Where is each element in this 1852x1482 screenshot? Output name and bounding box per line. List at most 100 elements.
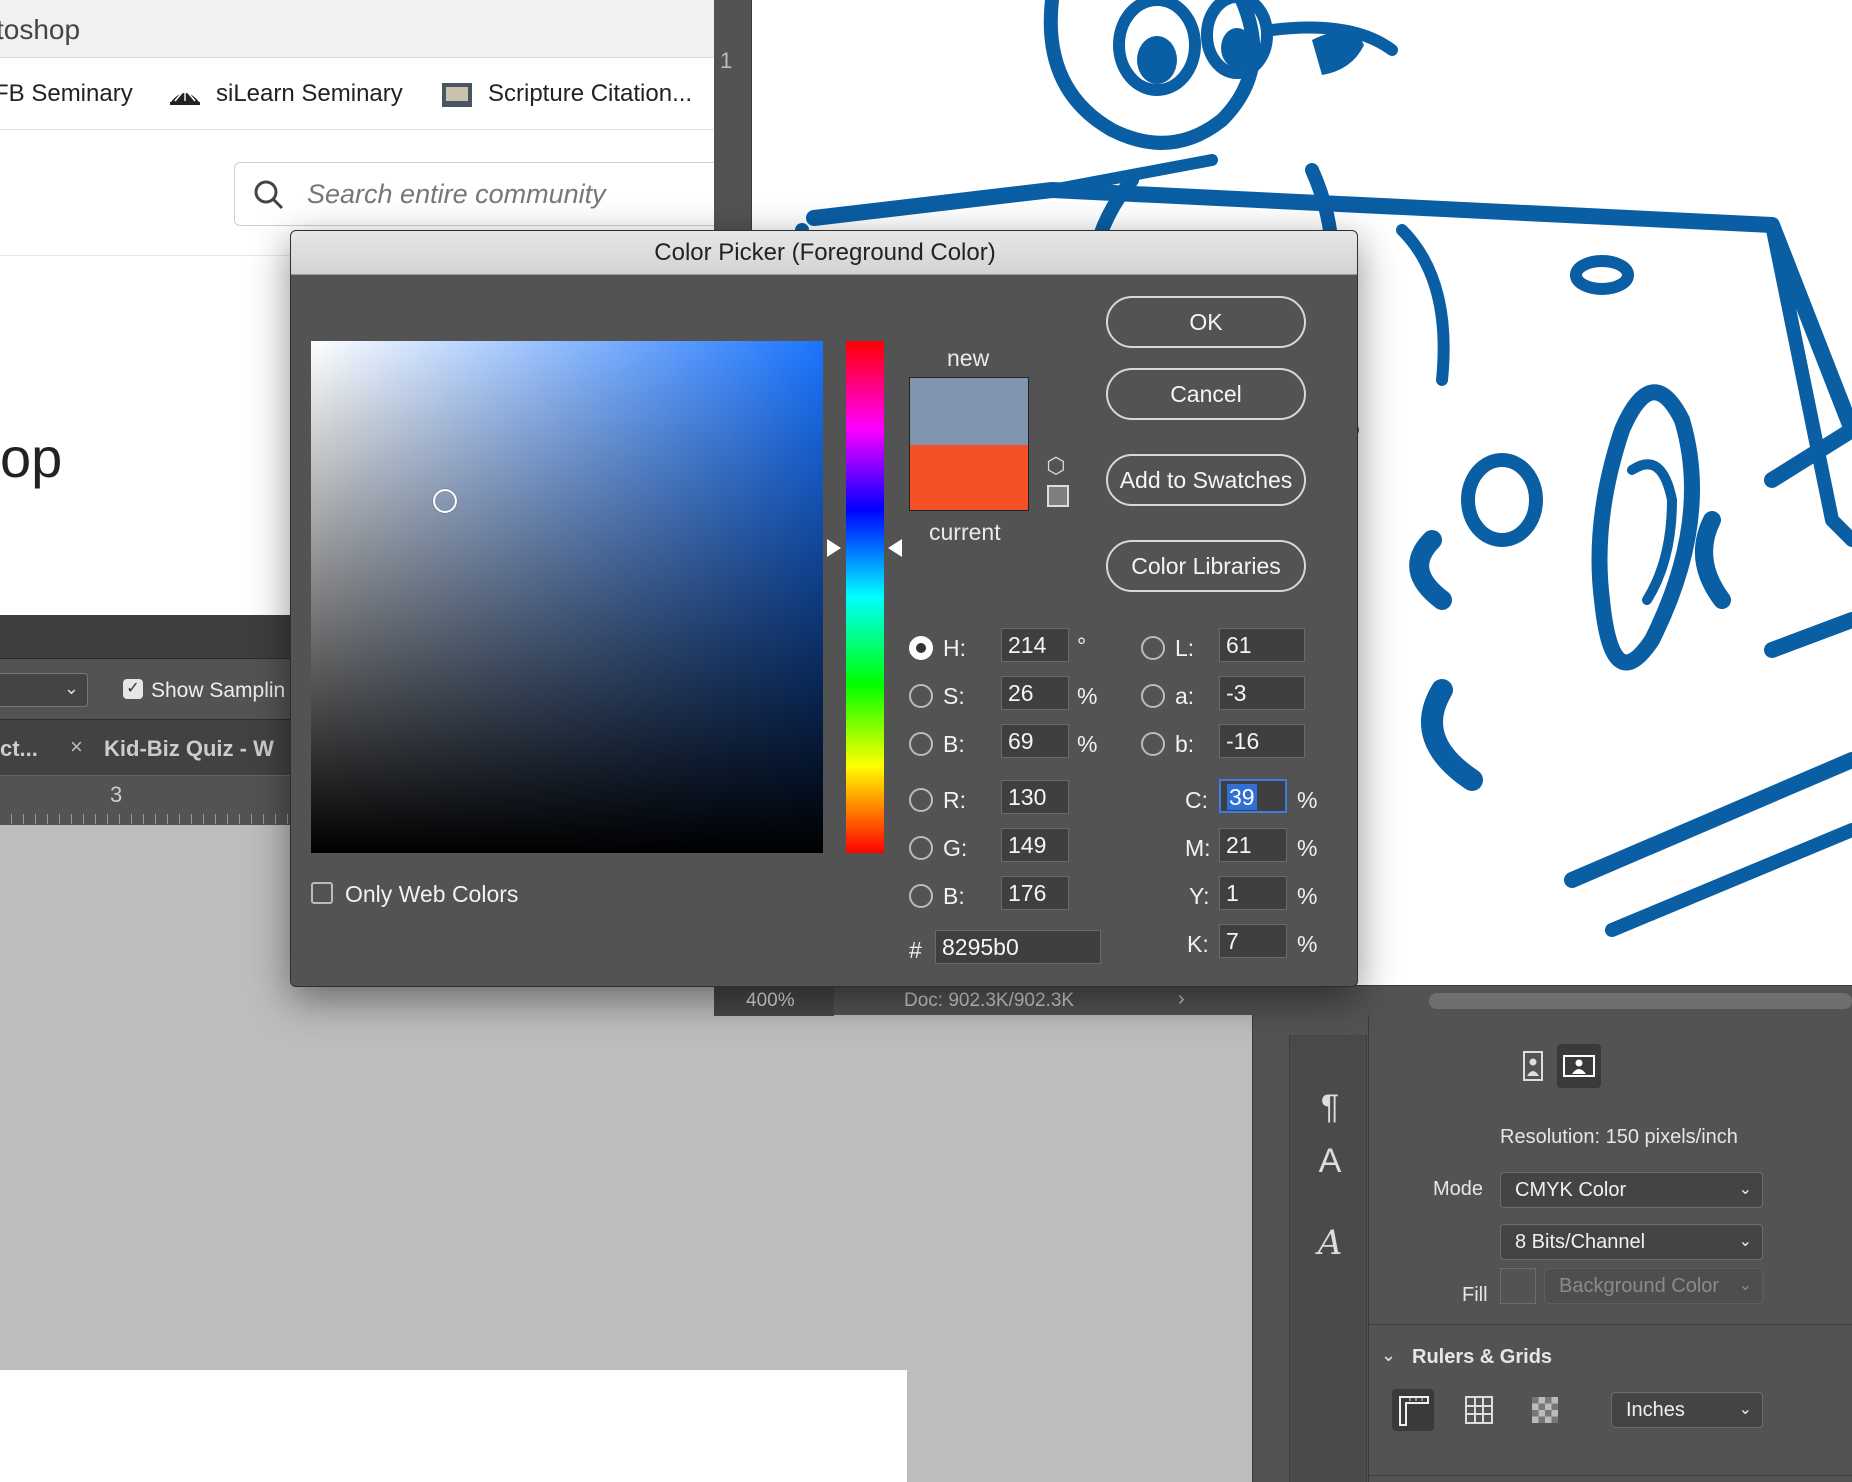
yellow-field[interactable]: 1	[1219, 876, 1287, 910]
bit-depth-select[interactable]: 8 Bits/Channel ⌄	[1500, 1224, 1763, 1260]
chevron-down-icon: ⌄	[63, 678, 79, 698]
ruler-number: 1	[720, 48, 733, 73]
landscape-icon	[1563, 1055, 1595, 1077]
hue-field[interactable]: 214	[1001, 628, 1069, 662]
black-field[interactable]: 7	[1219, 924, 1287, 958]
blue-radio[interactable]	[909, 884, 933, 908]
saturation-brightness-field[interactable]	[311, 341, 823, 853]
fill-select[interactable]: Background Color ⌄	[1544, 1268, 1763, 1304]
color-field-marker[interactable]	[433, 489, 457, 513]
a-channel-value: -3	[1226, 680, 1247, 706]
hex-field[interactable]: 8295b0	[935, 930, 1101, 964]
chevron-down-icon[interactable]: ⌄	[1381, 1345, 1396, 1366]
percent-unit: %	[1077, 731, 1098, 757]
magenta-label: M:	[1185, 835, 1211, 861]
brightness-radio[interactable]	[909, 732, 933, 756]
sample-size-dropdown[interactable]: ⌄	[0, 673, 88, 707]
bookmark-scripture-citation[interactable]: Scripture Citation...	[440, 80, 692, 108]
ruler-number: 3	[110, 782, 123, 807]
tab-kid-biz-quiz[interactable]: Kid-Biz Quiz - W	[104, 736, 274, 762]
red-radio[interactable]	[909, 788, 933, 812]
a-channel-field[interactable]: -3	[1219, 676, 1305, 710]
only-web-colors-checkbox[interactable]	[311, 882, 333, 904]
percent-unit: %	[1077, 683, 1098, 709]
options-bar: ⌄ ✓ Show Samplin ct... × Kid-Biz Quiz - …	[0, 615, 300, 825]
bit-depth-value: 8 Bits/Channel	[1515, 1231, 1646, 1253]
ok-button[interactable]: OK	[1106, 296, 1306, 348]
b-channel-radio[interactable]	[1141, 732, 1165, 756]
bookmark-label: FB Seminary	[0, 80, 133, 107]
close-icon[interactable]: ×	[70, 734, 83, 760]
fill-label: Fill	[1462, 1284, 1488, 1306]
saturation-field[interactable]: 26	[1001, 676, 1069, 710]
magenta-field[interactable]: 21	[1219, 828, 1287, 862]
current-color-swatch[interactable]	[910, 445, 1028, 510]
horizontal-scrollbar[interactable]	[1429, 993, 1852, 1009]
saturation-label: S:	[943, 683, 965, 709]
paragraph-icon[interactable]: ¶	[1310, 1087, 1350, 1127]
bookmark-fb-seminary[interactable]: FB Seminary	[0, 80, 133, 108]
fill-value: Background Color	[1559, 1275, 1720, 1297]
saturation-radio[interactable]	[909, 684, 933, 708]
hue-radio[interactable]	[909, 636, 933, 660]
character-icon[interactable]: A	[1310, 1141, 1350, 1181]
zoom-level[interactable]: 400%	[714, 986, 834, 1016]
browser-title: toshop	[0, 14, 81, 45]
doc-size-info: Doc: 902.3K/902.3K	[904, 990, 1075, 1011]
fill-swatch[interactable]	[1500, 1268, 1536, 1304]
chevron-down-icon: ⌄	[1738, 1277, 1752, 1294]
hex-value: 8295b0	[942, 934, 1019, 960]
show-sampling-label: Show Samplin	[151, 679, 286, 702]
grid-toggle-button[interactable]	[1458, 1389, 1500, 1431]
tab-previous[interactable]: ct...	[0, 736, 38, 762]
glyphs-icon[interactable]: A	[1310, 1223, 1350, 1263]
magenta-value: 21	[1226, 832, 1252, 858]
red-field[interactable]: 130	[1001, 780, 1069, 814]
color-libraries-button[interactable]: Color Libraries	[1106, 540, 1306, 592]
a-channel-radio[interactable]	[1141, 684, 1165, 708]
b-channel-value: -16	[1226, 728, 1260, 754]
cyan-field[interactable]: 39	[1219, 779, 1287, 813]
browser-title-bar: toshop	[0, 0, 715, 58]
hue-slider[interactable]	[846, 341, 884, 853]
green-field[interactable]: 149	[1001, 828, 1069, 862]
percent-unit: %	[1297, 931, 1318, 957]
percent-unit: %	[1297, 787, 1318, 813]
pixel-grid-toggle-button[interactable]	[1524, 1389, 1566, 1431]
chevron-down-icon: ⌄	[1738, 1401, 1752, 1418]
lightness-label: L:	[1175, 635, 1195, 661]
show-sampling-checkbox[interactable]: ✓	[123, 679, 143, 699]
document-tabs: ct... × Kid-Biz Quiz - W	[0, 719, 300, 775]
red-value: 130	[1008, 784, 1047, 810]
divider	[1369, 1475, 1852, 1476]
chevron-down-icon: ⌄	[1738, 1233, 1752, 1250]
status-menu-arrow[interactable]: ›	[1178, 988, 1185, 1011]
green-radio[interactable]	[909, 836, 933, 860]
black-value: 7	[1226, 928, 1239, 954]
search-input[interactable]: Search entire community	[307, 179, 606, 210]
ruler-toggle-button[interactable]	[1392, 1389, 1434, 1431]
add-to-swatches-button[interactable]: Add to Swatches	[1106, 454, 1306, 506]
bookmark-silearn-seminary[interactable]: siLearn Seminary	[168, 80, 403, 108]
lightness-field[interactable]: 61	[1219, 628, 1305, 662]
page-heading: op	[0, 426, 63, 489]
portrait-orientation-button[interactable]	[1511, 1044, 1555, 1088]
landscape-orientation-button[interactable]	[1557, 1044, 1601, 1088]
web-safe-icon[interactable]	[1047, 485, 1069, 507]
ruler-units-select[interactable]: Inches ⌄	[1611, 1392, 1763, 1428]
hue-slider-handle-left[interactable]	[827, 539, 841, 557]
brightness-field[interactable]: 69	[1001, 724, 1069, 758]
lightness-radio[interactable]	[1141, 636, 1165, 660]
color-mode-select[interactable]: CMYK Color ⌄	[1500, 1172, 1763, 1208]
hue-slider-handle-right[interactable]	[888, 539, 902, 557]
new-color-swatch	[910, 378, 1028, 445]
panel-strip	[0, 615, 300, 659]
blue-field[interactable]: 176	[1001, 876, 1069, 910]
cancel-button[interactable]: Cancel	[1106, 368, 1306, 420]
b-channel-field[interactable]: -16	[1219, 724, 1305, 758]
search-box[interactable]: Search entire community	[234, 162, 715, 226]
brightness-value: 69	[1008, 728, 1034, 754]
new-color-label: new	[947, 345, 990, 371]
background-document	[0, 1370, 907, 1482]
cube-icon[interactable]: ⬡	[1043, 453, 1069, 479]
